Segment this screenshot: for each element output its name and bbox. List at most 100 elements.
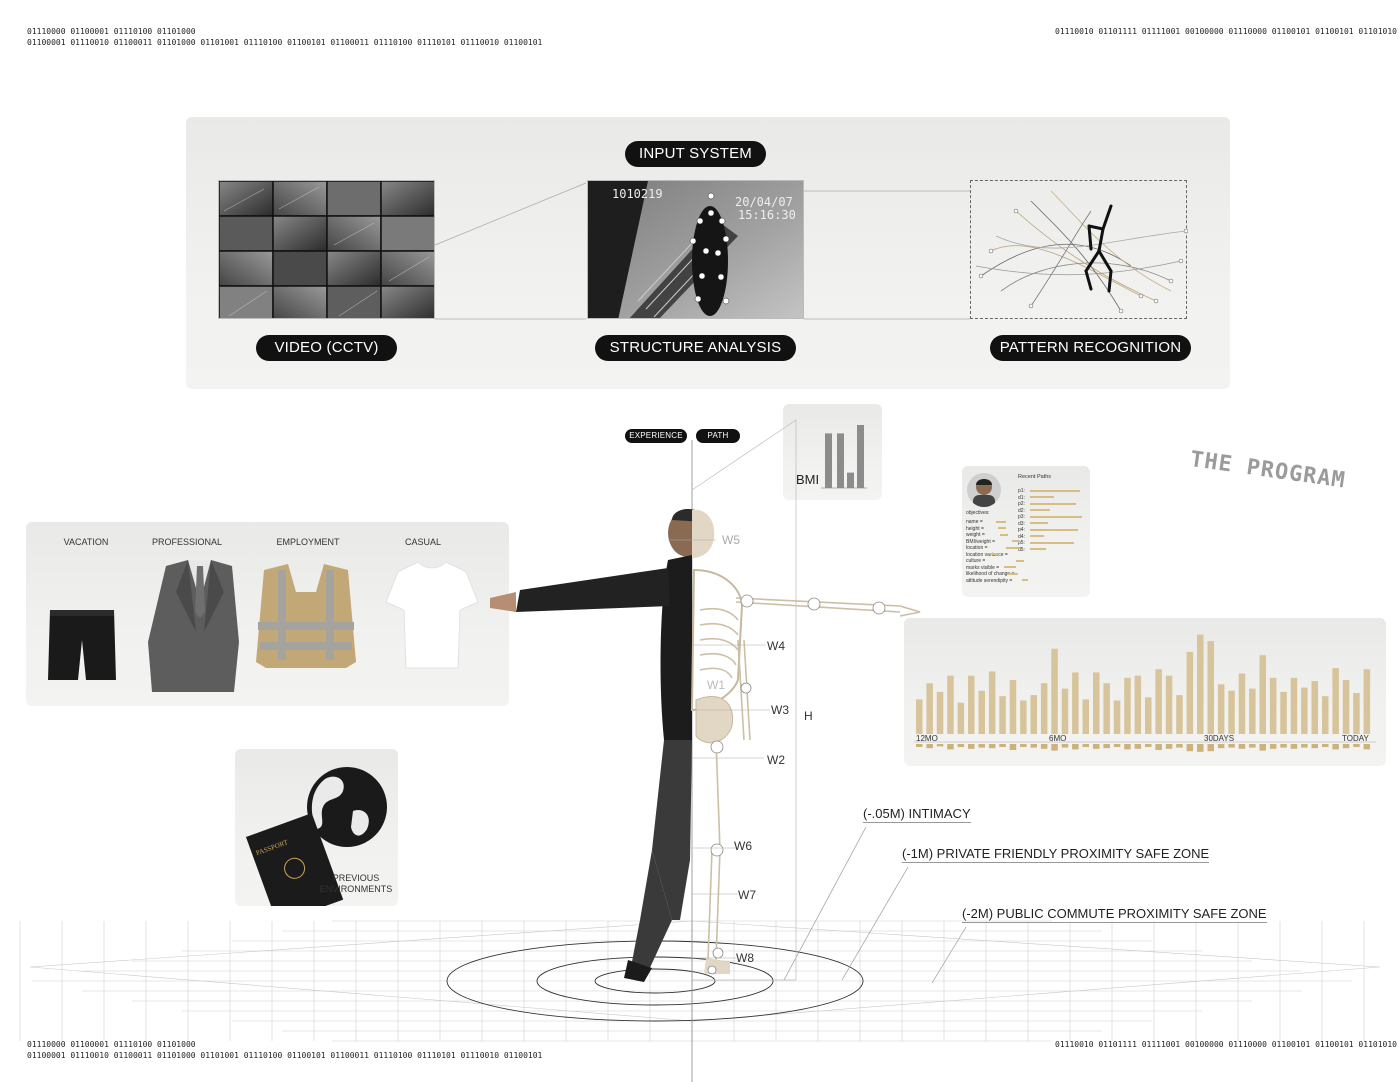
measure-w7: W7 — [738, 888, 756, 902]
zone-public: (-2M) PUBLIC COMMUTE PROXIMITY SAFE ZONE — [962, 906, 1267, 923]
video-cctv-label: VIDEO (CCTV) — [256, 335, 397, 361]
timeline-bar — [968, 675, 975, 734]
timeline-neg-bar — [1322, 744, 1329, 747]
binary-top-left-line-1: 01110000 01100001 01110100 01101000 — [27, 27, 196, 36]
timeline-bar — [1103, 683, 1110, 734]
timeline-bar — [1290, 677, 1298, 734]
timeline-neg-bar — [957, 744, 965, 747]
timeline-bar — [957, 702, 965, 734]
timeline-neg-bar — [1249, 744, 1256, 748]
timeline-neg-bar — [1228, 744, 1235, 748]
pattern-recognition-image — [970, 180, 1189, 319]
timeline-bar — [1030, 695, 1037, 734]
timeline-bar — [1238, 673, 1246, 734]
timeline-neg-bar — [1207, 744, 1214, 752]
timeline-bar — [1155, 669, 1162, 734]
timeline-bar — [1311, 681, 1318, 734]
timeline-neg-bar — [1113, 744, 1121, 747]
timeline-neg-bar — [1238, 744, 1246, 749]
timeline-bar — [1322, 696, 1329, 734]
binary-top-left-line-2: 01100001 01110010 01100011 01101000 0110… — [27, 38, 543, 47]
timeline-label-today: TODAY — [1342, 734, 1369, 743]
timeline-neg-bar — [1061, 744, 1069, 748]
timeline-label-12mo: 12MO — [916, 734, 938, 743]
timeline-bar — [926, 683, 933, 734]
timeline-bar — [1301, 687, 1308, 734]
timeline-bar — [1051, 648, 1058, 734]
timeline-neg-bar — [1301, 744, 1308, 748]
timeline-chart — [914, 634, 1376, 752]
cctv-stamp-date: 20/04/07 — [735, 195, 793, 209]
timeline-bar — [1363, 669, 1371, 734]
timeline-neg-bar — [1124, 744, 1131, 750]
timeline-bar — [1186, 651, 1194, 734]
timeline-bar — [1145, 697, 1152, 734]
timeline-bar — [947, 675, 954, 734]
timeline-bar — [988, 671, 996, 734]
timeline-bar — [1217, 684, 1225, 734]
timeline-neg-bar — [978, 744, 985, 748]
timeline-neg-bar — [1009, 744, 1017, 750]
timeline-bar — [1061, 688, 1069, 734]
timeline-bar — [1165, 675, 1173, 734]
timeline-bar — [1342, 680, 1350, 734]
timeline-bar — [1249, 688, 1256, 734]
measure-h: H — [804, 709, 813, 723]
timeline-bar — [1072, 672, 1079, 734]
measure-w5: W5 — [722, 533, 740, 547]
timeline-neg-bar — [926, 744, 933, 749]
timeline-bar — [978, 690, 985, 734]
timeline-neg-bar — [1311, 744, 1318, 749]
timeline-neg-bar — [1103, 744, 1110, 749]
structure-analysis-image: 1010219 20/04/07 15:16:30 — [587, 180, 804, 319]
timeline-bar — [1124, 677, 1131, 734]
timeline-neg-bar — [1259, 744, 1266, 751]
timeline-neg-bar — [1155, 744, 1162, 750]
timeline-bar — [1009, 680, 1017, 734]
timeline-bar — [1332, 668, 1339, 734]
timeline-bar — [916, 699, 923, 734]
timeline-neg-bar — [947, 744, 954, 750]
timeline-neg-bar — [1134, 744, 1142, 749]
structure-analysis-label: STRUCTURE ANALYSIS — [595, 335, 796, 361]
timeline-neg-bar — [1051, 744, 1058, 751]
timeline-bar — [936, 691, 944, 734]
timeline-neg-bar — [1353, 744, 1360, 747]
timeline-neg-bar — [1290, 744, 1298, 749]
measure-w2: W2 — [767, 753, 785, 767]
timeline-neg-bar — [1363, 744, 1371, 750]
timeline-bar — [1134, 675, 1142, 734]
timeline-neg-bar — [1176, 744, 1183, 748]
timeline-neg-bar — [1030, 744, 1037, 748]
timeline-bar — [1093, 672, 1100, 734]
timeline-bar — [1176, 695, 1183, 734]
zone-private: (-1M) PRIVATE FRIENDLY PROXIMITY SAFE ZO… — [902, 846, 1210, 863]
human-figure — [490, 509, 921, 982]
timeline-neg-bar — [999, 744, 1006, 747]
timeline-neg-bar — [1082, 744, 1089, 747]
timeline-neg-bar — [1280, 744, 1287, 748]
timeline-bar — [1082, 699, 1089, 734]
cctv-stamp-id: 1010219 — [612, 187, 663, 201]
timeline-label-6mo: 6MO — [1049, 734, 1067, 743]
cctv-stamp-time: 15:16:30 — [738, 208, 796, 222]
timeline-neg-bar — [1342, 744, 1350, 749]
cctv-grid-image — [219, 181, 434, 318]
timeline-bar — [1228, 690, 1235, 734]
timeline-neg-bar — [1145, 744, 1152, 747]
timeline-neg-bar — [1217, 744, 1225, 749]
timeline-neg-bar — [1186, 744, 1194, 752]
timeline-neg-bar — [1269, 744, 1277, 749]
avatar — [967, 473, 1001, 507]
measure-w4: W4 — [767, 639, 785, 653]
timeline-bar — [1207, 641, 1214, 734]
timeline-neg-bar — [1332, 744, 1339, 750]
measure-w6: W6 — [734, 839, 752, 853]
pattern-recognition-label: PATTERN RECOGNITION — [990, 335, 1191, 361]
zone-intimacy: (-.05M) INTIMACY — [863, 806, 971, 823]
timeline-bar — [1113, 700, 1121, 734]
timeline-neg-bar — [916, 744, 923, 747]
timeline-bar — [1259, 655, 1266, 734]
measure-w8: W8 — [736, 951, 754, 965]
timeline-neg-bar — [1197, 744, 1204, 752]
